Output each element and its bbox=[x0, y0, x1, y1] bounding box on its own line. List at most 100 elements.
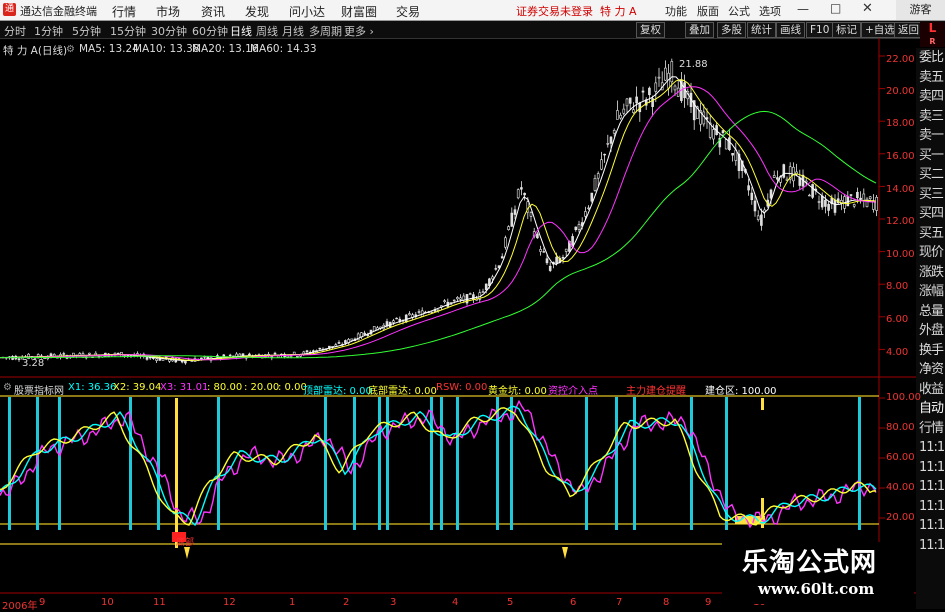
back-button[interactable]: 返回 bbox=[894, 22, 923, 38]
maximize-icon[interactable]: □ bbox=[830, 1, 841, 15]
side-item[interactable]: 涨幅 bbox=[919, 282, 945, 302]
minimize-icon[interactable]: — bbox=[797, 2, 809, 16]
menu-layout[interactable]: 版面 bbox=[697, 3, 719, 19]
candle-body bbox=[516, 189, 520, 199]
candle-body bbox=[305, 350, 309, 353]
high-price-marker: 21.88 bbox=[679, 59, 708, 70]
statistics-button[interactable]: 统计 bbox=[747, 22, 776, 38]
side-item[interactable]: 现价 bbox=[919, 243, 945, 263]
period-tab-weekly[interactable]: 周线 bbox=[256, 23, 278, 39]
time-axis-label: 6 bbox=[570, 597, 577, 608]
period-tab-60min[interactable]: 60分钟 bbox=[192, 23, 228, 39]
candle-body bbox=[731, 153, 734, 156]
side-item[interactable]: 换手 bbox=[919, 341, 945, 361]
candle-body bbox=[452, 299, 456, 302]
candle-body bbox=[756, 215, 760, 220]
chart-area[interactable] bbox=[0, 38, 916, 609]
side-item[interactable]: 自动 bbox=[919, 399, 945, 419]
indicator-value-label: X3: 31.01 bbox=[160, 382, 209, 393]
candle-body bbox=[292, 351, 296, 355]
side-item[interactable]: 卖三 bbox=[919, 107, 945, 127]
side-item[interactable]: 买五 bbox=[919, 224, 945, 244]
period-tab-30min[interactable]: 30分钟 bbox=[151, 23, 187, 39]
menu-discover[interactable]: 发现 bbox=[245, 3, 269, 20]
menu-function[interactable]: 功能 bbox=[665, 3, 687, 19]
indicator-tick-label: 80.00 bbox=[886, 422, 915, 433]
time-axis-label: 5 bbox=[507, 597, 514, 608]
mark-button[interactable]: 标记 bbox=[832, 22, 861, 38]
candle-body bbox=[539, 249, 542, 252]
side-item[interactable]: 总量 bbox=[919, 302, 945, 322]
candle-body bbox=[392, 320, 395, 323]
candle-body bbox=[344, 340, 347, 344]
indicator-settings-gear-icon[interactable]: ⚙ bbox=[3, 382, 12, 393]
period-tab-5min[interactable]: 5分钟 bbox=[72, 23, 101, 39]
indicator-value-label: 底部雷达: 0.00 bbox=[368, 386, 437, 397]
side-item[interactable]: 卖一 bbox=[919, 126, 945, 146]
draw-line-button[interactable]: 画线 bbox=[776, 22, 805, 38]
candle-body bbox=[862, 193, 866, 201]
menu-market[interactable]: 行情 bbox=[112, 3, 136, 20]
candle-body bbox=[507, 226, 510, 230]
signal-bar bbox=[456, 397, 459, 530]
period-tab-15min[interactable]: 15分钟 bbox=[110, 23, 146, 39]
menu-options[interactable]: 选项 bbox=[759, 3, 781, 19]
candle-body bbox=[510, 212, 514, 227]
menu-markets[interactable]: 市场 bbox=[156, 3, 180, 20]
side-item[interactable]: 11:1 bbox=[919, 477, 945, 497]
ma10-line bbox=[0, 79, 877, 361]
login-warning[interactable]: 证券交易未登录 特 力 A bbox=[516, 3, 637, 19]
level2-badge[interactable]: LR bbox=[920, 22, 945, 47]
side-item[interactable]: 买二 bbox=[919, 165, 945, 185]
candle-body bbox=[459, 297, 462, 300]
side-item[interactable]: 11:1 bbox=[919, 458, 945, 478]
side-item[interactable]: 买四 bbox=[919, 204, 945, 224]
close-icon[interactable]: ✕ bbox=[862, 1, 873, 16]
period-tab-timeshare[interactable]: 分时 bbox=[4, 23, 26, 39]
side-item[interactable]: 卖四 bbox=[919, 87, 945, 107]
time-axis-label: 8 bbox=[663, 597, 670, 608]
candle-body bbox=[625, 98, 629, 107]
candle-body bbox=[318, 347, 322, 350]
overlay-button[interactable]: 叠加 bbox=[685, 22, 714, 38]
period-tab-daily[interactable]: 日线 bbox=[230, 23, 252, 39]
menu-ask[interactable]: 问小达 bbox=[289, 3, 325, 20]
candle-body bbox=[596, 173, 600, 179]
candle-body bbox=[673, 85, 677, 91]
multi-stock-button[interactable]: 多股 bbox=[717, 22, 746, 38]
restore-rights-button[interactable]: 复权 bbox=[636, 22, 665, 38]
side-item[interactable]: 涨跌 bbox=[919, 263, 945, 283]
settings-gear-icon[interactable]: ⚙ bbox=[66, 44, 75, 55]
period-tab-1min[interactable]: 1分钟 bbox=[34, 23, 63, 39]
candle-body bbox=[603, 153, 606, 156]
side-item[interactable]: 11:1 bbox=[919, 536, 945, 556]
watermark-url: www.60lt.com bbox=[758, 580, 875, 598]
price-tick-label: 10.00 bbox=[886, 249, 915, 260]
side-item[interactable]: 11:1 bbox=[919, 516, 945, 536]
menu-news[interactable]: 资讯 bbox=[201, 3, 225, 20]
candle-body bbox=[484, 283, 488, 290]
ma10-label: MA10: 13.38 bbox=[133, 43, 200, 55]
period-tab-monthly[interactable]: 月线 bbox=[282, 23, 304, 39]
side-item[interactable]: 净资 bbox=[919, 360, 945, 380]
side-item[interactable]: 收益 bbox=[919, 380, 945, 400]
side-item[interactable]: 买一 bbox=[919, 146, 945, 166]
candle-body bbox=[456, 297, 459, 300]
bottom-signal-label: 底部 bbox=[176, 538, 195, 548]
side-item[interactable]: 委比 bbox=[919, 48, 945, 68]
menu-trade[interactable]: 交易 bbox=[396, 3, 420, 20]
side-item[interactable]: 卖五 bbox=[919, 68, 945, 88]
side-item[interactable]: 外盘 bbox=[919, 321, 945, 341]
menu-formula[interactable]: 公式 bbox=[728, 3, 750, 19]
guest-button[interactable]: 游客 bbox=[896, 0, 945, 20]
menu-wealth[interactable]: 财富圈 bbox=[341, 3, 377, 20]
f10-button[interactable]: F10 bbox=[806, 22, 834, 38]
side-item[interactable]: 行情 bbox=[919, 419, 945, 439]
candle-body bbox=[635, 96, 638, 104]
side-item[interactable]: 买三 bbox=[919, 185, 945, 205]
period-tab-multi[interactable]: 多周期 bbox=[309, 23, 342, 39]
side-item[interactable]: 11:1 bbox=[919, 438, 945, 458]
side-item[interactable]: 11:1 bbox=[919, 497, 945, 517]
indicator-tick-label: 40.00 bbox=[886, 482, 915, 493]
period-tab-more[interactable]: 更多 › bbox=[344, 23, 374, 39]
